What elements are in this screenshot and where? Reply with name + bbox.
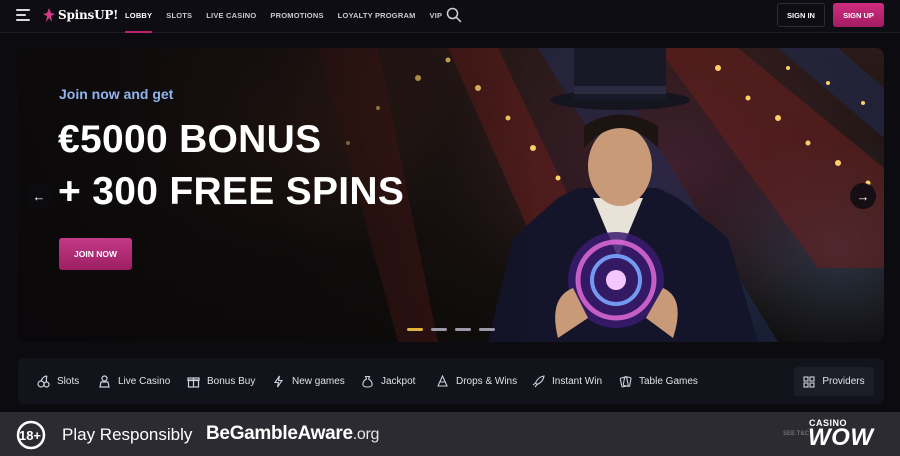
category-label: Table Games	[639, 375, 698, 387]
category-slots[interactable]: Slots	[37, 358, 79, 404]
bga-main-text: BeGambleAware	[206, 423, 353, 444]
lightning-icon	[273, 375, 284, 387]
category-bar: Slots Live Casino Bonus Buy New games Ja…	[18, 358, 884, 404]
hero-banner: Join now and get €5000 BONUS + 300 FREE …	[18, 48, 884, 342]
main-nav: LOBBY SLOTS LIVE CASINO PROMOTIONS LOYAL…	[118, 0, 449, 33]
category-drops-wins[interactable]: Drops & Wins	[436, 358, 517, 404]
nav-slots[interactable]: SLOTS	[166, 0, 192, 33]
arrow-right-icon: →	[856, 188, 870, 204]
join-now-button[interactable]: JOIN NOW	[59, 238, 132, 270]
drops-icon	[437, 374, 448, 387]
see-terms-link[interactable]: SEE T&C	[783, 431, 809, 437]
hero-title-line-1: €5000 BONUS	[58, 118, 322, 161]
rocket-icon	[532, 374, 545, 387]
cards-icon	[619, 375, 632, 387]
next-slide-button[interactable]: →	[850, 183, 876, 209]
slide-dot[interactable]	[479, 328, 495, 331]
category-table-games[interactable]: Table Games	[619, 358, 698, 404]
arrow-left-icon: ←	[32, 188, 46, 204]
category-label: Instant Win	[552, 375, 603, 387]
slide-dot[interactable]	[431, 328, 447, 331]
prev-slide-button[interactable]: ←	[26, 183, 52, 209]
hero-title: €5000 BONUS + 300 FREE SPINS	[58, 114, 404, 218]
slide-indicators	[407, 328, 503, 331]
sign-in-button[interactable]: SIGN IN	[777, 3, 825, 27]
watermark-logo: WOW	[808, 424, 874, 451]
category-bonus-buy[interactable]: Bonus Buy	[187, 358, 255, 404]
money-bag-icon	[362, 375, 373, 388]
category-jackpot[interactable]: Jackpot	[361, 358, 415, 404]
category-new-games[interactable]: New games	[272, 358, 345, 404]
providers-button[interactable]: Providers	[794, 367, 874, 396]
category-label: Jackpot	[381, 375, 416, 387]
category-instant-win[interactable]: Instant Win	[532, 358, 602, 404]
begambleaware-logo[interactable]: BeGambleAware.org	[206, 423, 379, 445]
category-label: Slots	[57, 375, 80, 387]
bga-suffix-text: .org	[352, 426, 380, 443]
sign-up-button[interactable]: SIGN UP	[833, 3, 884, 27]
cherries-icon	[37, 374, 50, 388]
category-label: Drops & Wins	[456, 375, 518, 387]
hero-title-line-2: + 300 FREE SPINS	[58, 170, 405, 213]
responsible-gambling-strip: 18+ Play Responsibly BeGambleAware.org	[0, 412, 900, 456]
category-label: Bonus Buy	[207, 375, 256, 387]
category-label: New games	[292, 375, 345, 387]
nav-live-casino[interactable]: LIVE CASINO	[206, 0, 256, 33]
category-live-casino[interactable]: Live Casino	[98, 358, 170, 404]
grid-icon	[803, 375, 815, 388]
top-bar: SpinsUP! LOBBY SLOTS LIVE CASINO PROMOTI…	[0, 0, 900, 33]
nav-promotions[interactable]: PROMOTIONS	[270, 0, 323, 33]
age-badge-text: 18+	[19, 428, 41, 443]
nav-vip[interactable]: VIP	[430, 0, 443, 33]
site-logo[interactable]: SpinsUP!	[42, 6, 118, 24]
dealer-icon	[99, 374, 110, 388]
logo-mark-icon	[43, 8, 55, 22]
gift-icon	[187, 376, 200, 388]
search-icon[interactable]	[446, 7, 462, 23]
slide-dot[interactable]	[407, 328, 423, 331]
hero-kicker: Join now and get	[59, 86, 174, 102]
play-responsibly-text: Play Responsibly	[62, 425, 193, 444]
logo-text: SpinsUP!	[58, 8, 119, 22]
category-label: Live Casino	[118, 375, 171, 387]
slide-dot[interactable]	[455, 328, 471, 331]
nav-loyalty-program[interactable]: LOYALTY PROGRAM	[338, 0, 416, 33]
providers-label: Providers	[822, 376, 865, 387]
nav-lobby[interactable]: LOBBY	[125, 0, 153, 33]
age-18-badge-icon: 18+	[16, 420, 46, 450]
menu-icon[interactable]	[16, 9, 30, 21]
